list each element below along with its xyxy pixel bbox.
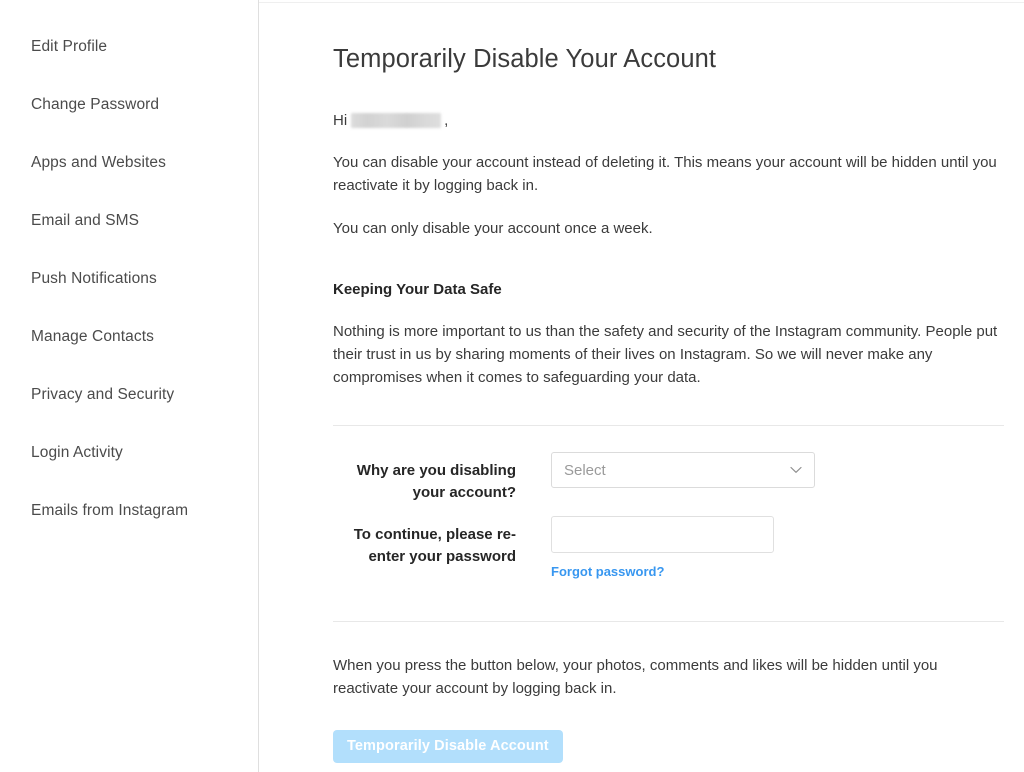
intro-paragraph: You can disable your account instead of …	[333, 154, 997, 195]
footer-section: When you press the button below, your ph…	[333, 622, 1004, 764]
greeting-suffix: ,	[444, 111, 449, 129]
reason-select[interactable]: Select	[551, 452, 815, 489]
sidebar-item-email-and-sms[interactable]: Email and SMS	[0, 192, 258, 250]
frequency-paragraph: You can only disable your account once a…	[333, 220, 653, 238]
form-row-reason: Why are you disabling your account? Sele…	[333, 452, 1004, 504]
greeting-prefix: Hi	[333, 111, 348, 129]
sidebar-item-apps-and-websites[interactable]: Apps and Websites	[0, 134, 258, 192]
footer-notice: When you press the button below, your ph…	[333, 657, 938, 698]
password-input[interactable]	[551, 516, 774, 554]
chevron-down-icon	[790, 466, 802, 474]
disable-account-form: Why are you disabling your account? Sele…	[333, 426, 1004, 621]
sidebar-item-login-activity[interactable]: Login Activity	[0, 424, 258, 482]
sidebar-item-emails-from-instagram[interactable]: Emails from Instagram	[0, 482, 258, 540]
settings-sidebar: Edit Profile Change Password Apps and We…	[0, 0, 259, 772]
sidebar-item-push-notifications[interactable]: Push Notifications	[0, 250, 258, 308]
forgot-password-link[interactable]: Forgot password?	[551, 564, 664, 579]
page-title: Temporarily Disable Your Account	[333, 45, 717, 73]
form-row-password: To continue, please re-enter your passwo…	[333, 516, 1004, 581]
sidebar-item-change-password[interactable]: Change Password	[0, 76, 258, 134]
redacted-username	[351, 113, 442, 129]
data-safe-paragraph: Nothing is more important to us than the…	[333, 323, 998, 387]
reason-label: Why are you disabling your account?	[356, 462, 516, 502]
sidebar-item-privacy-and-security[interactable]: Privacy and Security	[0, 366, 258, 424]
data-safe-heading: Keeping Your Data Safe	[333, 281, 502, 299]
sidebar-item-manage-contacts[interactable]: Manage Contacts	[0, 308, 258, 366]
temporarily-disable-account-button[interactable]: Temporarily Disable Account	[333, 730, 563, 764]
password-field: Forgot password?	[551, 516, 1004, 581]
main-content: Temporarily Disable Your Account Hi , Yo…	[259, 0, 1024, 772]
sidebar-item-edit-profile[interactable]: Edit Profile	[0, 18, 258, 76]
reason-field: Select	[551, 452, 1004, 489]
greeting: Hi ,	[333, 110, 1004, 133]
settings-page: Edit Profile Change Password Apps and We…	[0, 0, 1024, 772]
reason-select-value: Select	[564, 461, 606, 479]
password-label: To continue, please re-enter your passwo…	[353, 526, 516, 566]
